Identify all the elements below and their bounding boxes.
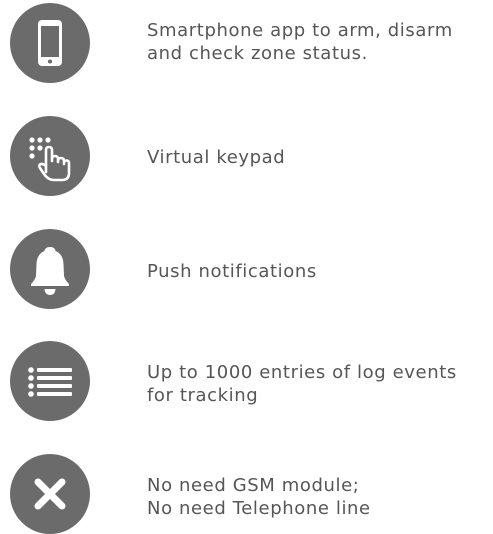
list-icon <box>10 341 90 421</box>
keypad-hand-icon <box>10 116 90 196</box>
feature-line: No need Telephone line <box>147 498 371 519</box>
close-x-icon <box>10 454 90 534</box>
feature-line: Push notifications <box>147 261 317 282</box>
feature-text-log: Up to 1000 entries of log events for tra… <box>147 361 493 407</box>
feature-line: Smartphone app to arm, disarm <box>147 20 453 41</box>
feature-line: for tracking <box>147 385 259 406</box>
feature-line: No need GSM module; <box>147 475 360 496</box>
feature-text-no-gsm: No need GSM module; No need Telephone li… <box>147 474 493 520</box>
feature-text-notifications: Push notifications <box>147 260 493 283</box>
feature-line: Virtual keypad <box>147 147 286 168</box>
feature-text-keypad: Virtual keypad <box>147 146 493 169</box>
feature-line: and check zone status. <box>147 43 368 64</box>
feature-text-smartphone: Smartphone app to arm, disarm and check … <box>147 19 493 65</box>
bell-icon <box>10 229 90 309</box>
smartphone-icon <box>10 3 90 83</box>
feature-line: Up to 1000 entries of log events <box>147 362 457 383</box>
